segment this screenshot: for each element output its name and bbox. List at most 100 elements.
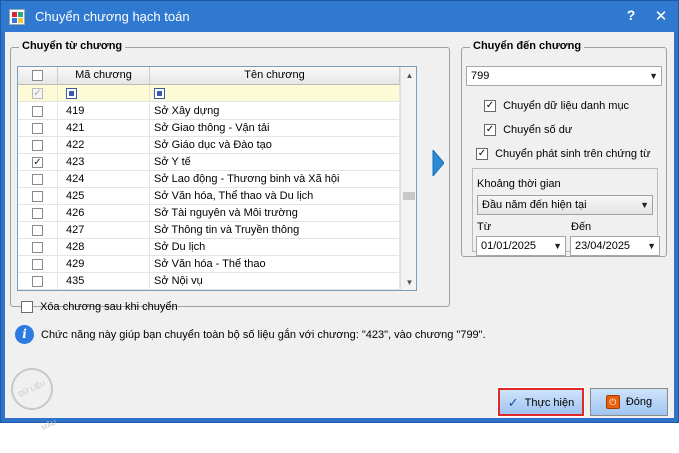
delete-after-option[interactable]: Xóa chương sau khi chuyển: [21, 301, 178, 314]
row-checkbox[interactable]: [32, 174, 43, 185]
row-code: 426: [58, 205, 150, 222]
row-code: 425: [58, 188, 150, 205]
transfer-arrow-icon[interactable]: [432, 150, 444, 176]
row-name: Sở Thông tin và Truyền thông: [150, 222, 400, 239]
row-code: 421: [58, 120, 150, 137]
to-date-value: 23/04/2025: [575, 240, 631, 252]
row-code: 429: [58, 256, 150, 273]
filter-code-icon[interactable]: [66, 88, 77, 99]
row-checkbox[interactable]: [32, 140, 43, 151]
table-row[interactable]: 425 Sở Văn hóa, Thể thao và Du lịch: [18, 188, 400, 205]
exit-icon: ⏻: [605, 395, 620, 410]
to-label: Đến: [571, 221, 592, 233]
row-checkbox[interactable]: [32, 191, 43, 202]
sample-data-watermark: DỮ LIỆU MẪU: [4, 361, 60, 432]
option-transfer-vouchers-label: Chuyển phát sinh trên chứng từ: [495, 148, 651, 161]
row-name: Sở Lao động - Thương binh và Xã hội: [150, 171, 400, 188]
option-transfer-balance-checkbox[interactable]: ✓: [484, 124, 496, 137]
row-name: Sở Văn hóa - Thể thao: [150, 256, 400, 273]
row-checkbox[interactable]: [32, 225, 43, 236]
table-row[interactable]: 421 Sở Giao thông - Vận tải: [18, 120, 400, 137]
table-row[interactable]: 422 Sở Giáo dục và Đào tạo: [18, 137, 400, 154]
help-button[interactable]: ?: [623, 7, 639, 25]
row-code: 428: [58, 239, 150, 256]
row-code: 419: [58, 103, 150, 120]
chapter-grid: Mã chương Tên chương ✓ 419 Sở Xây dựng 421…: [17, 66, 417, 291]
table-row[interactable]: 428 Sở Du lịch: [18, 239, 400, 256]
window-title: Chuyển chương hạch toán: [35, 9, 190, 24]
info-text: Chức năng này giúp bạn chuyển toàn bộ số…: [41, 329, 486, 341]
table-row[interactable]: 426 Sở Tài nguyên và Môi trường: [18, 205, 400, 222]
filter-row: ✓: [18, 85, 400, 102]
grid-header: Mã chương Tên chương: [18, 67, 416, 85]
table-row[interactable]: 424 Sở Lao động - Thương binh và Xã hội: [18, 171, 400, 188]
period-label: Khoảng thời gian: [477, 178, 561, 190]
row-code: 427: [58, 222, 150, 239]
row-checkbox[interactable]: [32, 276, 43, 287]
option-transfer-catalog[interactable]: ✓ Chuyển dữ liệu danh mục: [484, 100, 630, 113]
column-header-name[interactable]: Tên chương: [150, 67, 400, 85]
close-button[interactable]: ⏻ Đóng: [590, 388, 668, 416]
row-checkbox[interactable]: [32, 259, 43, 270]
scroll-up-icon[interactable]: ▲: [401, 67, 416, 84]
row-name: Sở Xây dựng: [150, 103, 400, 120]
close-label: Đóng: [625, 396, 653, 408]
chevron-down-icon[interactable]: ▼: [647, 237, 656, 255]
close-window-button[interactable]: ✕: [653, 7, 669, 25]
execute-button[interactable]: ✓ Thực hiện: [497, 387, 585, 417]
row-checkbox[interactable]: [32, 123, 43, 134]
row-checkbox[interactable]: [32, 242, 43, 253]
row-code: 423: [58, 154, 150, 171]
column-header-code[interactable]: Mã chương: [58, 67, 150, 85]
table-row[interactable]: 429 Sở Văn hóa - Thể thao: [18, 256, 400, 273]
filter-name-icon[interactable]: [154, 88, 165, 99]
row-code: 422: [58, 137, 150, 154]
row-checkbox[interactable]: [32, 106, 43, 117]
app-icon: [9, 9, 25, 25]
source-chapter-group: Chuyển từ chương Mã chương Tên chương ✓: [10, 40, 450, 314]
source-chapter-label: Chuyển từ chương: [19, 40, 126, 52]
execute-label: Thực hiện: [524, 397, 575, 409]
from-date-input[interactable]: 01/01/2025 ▼: [476, 236, 566, 256]
option-transfer-vouchers[interactable]: ✓ Chuyển phát sinh trên chứng từ: [476, 148, 653, 161]
grid-scrollbar[interactable]: ▲ ▼: [400, 67, 416, 290]
row-checkbox[interactable]: ✓: [32, 157, 43, 168]
from-date-value: 01/01/2025: [481, 240, 537, 252]
table-row[interactable]: ✓ 423 Sở Y tế: [18, 154, 400, 171]
dialog-body: Chuyển từ chương Mã chương Tên chương ✓: [4, 32, 674, 432]
row-name: Sở Tài nguyên và Môi trường: [150, 205, 400, 222]
option-transfer-catalog-checkbox[interactable]: ✓: [484, 100, 496, 113]
row-checkbox[interactable]: [32, 208, 43, 219]
target-chapter-group: Chuyển đến chương 799 ▼ ✓ Chuyển dữ liệu…: [461, 40, 667, 257]
select-all-checkbox[interactable]: [32, 70, 43, 81]
checkmark-icon: ✓: [507, 395, 519, 411]
period-value: Đầu năm đến hiện tại: [482, 199, 587, 211]
chevron-down-icon[interactable]: ▼: [640, 196, 649, 214]
select-all-column: [18, 67, 58, 85]
scroll-thumb[interactable]: [403, 192, 415, 200]
title-bar[interactable]: Chuyển chương hạch toán ? ✕: [1, 1, 678, 32]
table-row[interactable]: 435 Sở Nội vụ: [18, 273, 400, 290]
target-chapter-value: 799: [471, 70, 490, 82]
info-icon: i: [15, 325, 34, 344]
row-code: 424: [58, 171, 150, 188]
delete-after-checkbox[interactable]: [21, 301, 33, 314]
filter-checkbox[interactable]: ✓: [32, 88, 43, 99]
table-row[interactable]: 427 Sở Thông tin và Truyền thông: [18, 222, 400, 239]
chevron-down-icon[interactable]: ▼: [649, 67, 658, 85]
row-name: Sở Giao thông - Vận tải: [150, 120, 400, 137]
row-name: Sở Du lịch: [150, 239, 400, 256]
option-transfer-balance[interactable]: ✓ Chuyển số dư: [484, 124, 573, 137]
period-select[interactable]: Đầu năm đến hiện tại ▼: [477, 195, 653, 215]
option-transfer-vouchers-checkbox[interactable]: ✓: [476, 148, 488, 161]
option-transfer-catalog-label: Chuyển dữ liệu danh mục: [503, 100, 630, 113]
table-row[interactable]: 419 Sở Xây dựng: [18, 103, 400, 120]
chevron-down-icon[interactable]: ▼: [553, 237, 562, 255]
row-name: Sở Văn hóa, Thể thao và Du lịch: [150, 188, 400, 205]
row-name: Sở Nội vụ: [150, 273, 400, 290]
option-transfer-balance-label: Chuyển số dư: [503, 124, 573, 137]
dialog-window: Chuyển chương hạch toán ? ✕ Chuyển từ ch…: [0, 0, 679, 432]
to-date-input[interactable]: 23/04/2025 ▼: [570, 236, 660, 256]
scroll-down-icon[interactable]: ▼: [401, 274, 416, 290]
target-chapter-select[interactable]: 799 ▼: [466, 66, 662, 86]
